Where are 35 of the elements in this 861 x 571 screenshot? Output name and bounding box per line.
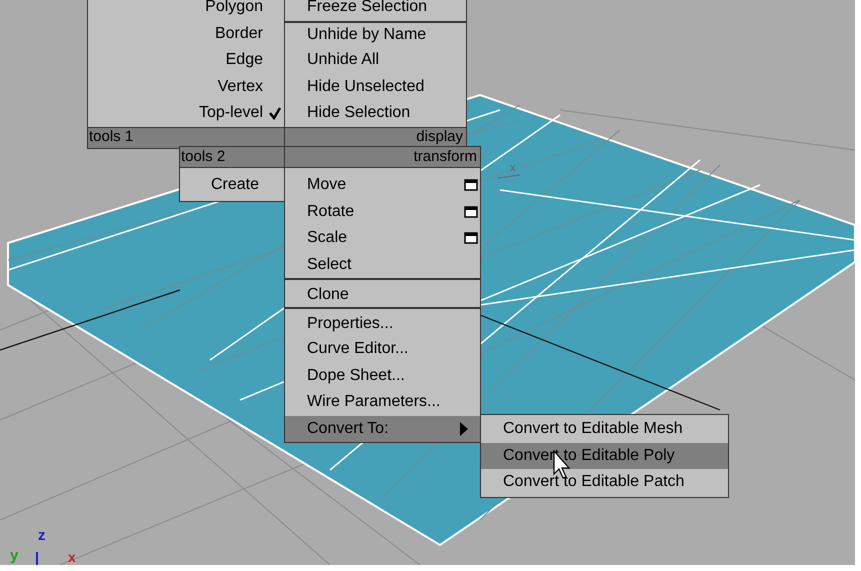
options-box-icon[interactable] xyxy=(464,206,478,218)
menu-item[interactable]: Hide Unselected xyxy=(285,74,466,100)
menu-item[interactable]: Create xyxy=(180,172,285,198)
menu-item[interactable]: Convert To: xyxy=(285,416,480,442)
options-box-icon[interactable] xyxy=(464,179,478,192)
axis-label: z xyxy=(38,528,46,543)
menu-item[interactable]: Polygon xyxy=(88,0,285,20)
menu-item[interactable]: Scale xyxy=(285,225,480,252)
menu-item[interactable]: Rotate xyxy=(285,198,480,225)
menu-item[interactable]: Top-level xyxy=(88,100,285,126)
menu-item[interactable]: Freeze Selection xyxy=(285,0,466,20)
menu-item[interactable]: Unhide All xyxy=(285,47,466,74)
submenu-arrow-icon xyxy=(460,422,468,436)
menu-header: transform xyxy=(285,146,480,168)
checkmark-icon xyxy=(268,106,282,120)
menu-header: tools 2 xyxy=(180,146,285,168)
menu-header: tools 1 xyxy=(88,126,285,148)
menu-item[interactable]: Curve Editor... xyxy=(285,336,480,362)
menu-item[interactable]: Hide Selection xyxy=(285,100,466,126)
menu-item[interactable]: Border xyxy=(88,20,285,47)
menu-item[interactable]: Wire Parameters... xyxy=(285,389,480,416)
axis-label: x xyxy=(68,550,76,564)
gizmo-label: x xyxy=(510,161,516,176)
menu-item[interactable]: Dope Sheet... xyxy=(285,362,480,389)
menu-item[interactable]: Vertex xyxy=(88,74,285,100)
menu-item[interactable]: Clone xyxy=(285,278,480,307)
menu-item[interactable]: Properties... xyxy=(285,307,480,336)
menu-item[interactable]: Move xyxy=(285,172,480,198)
menu-item[interactable]: Unhide by Name xyxy=(285,20,466,47)
menu-header: display xyxy=(285,126,466,148)
menu-item[interactable]: Convert to Editable Mesh xyxy=(481,416,728,442)
axis-label: y xyxy=(10,548,18,563)
options-box-icon[interactable] xyxy=(464,232,478,244)
menu-item[interactable]: Select xyxy=(285,252,480,278)
menu-item[interactable]: Edge xyxy=(88,47,285,74)
